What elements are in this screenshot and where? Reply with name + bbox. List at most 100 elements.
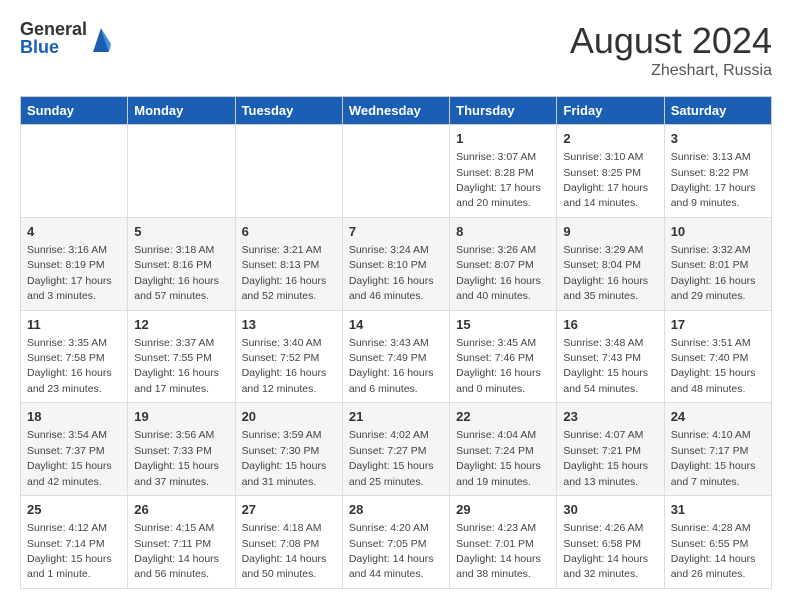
day-sunrise: Sunrise: 3:51 AM [671, 337, 751, 349]
daylight-hours: Daylight: 16 hours and 6 minutes. [349, 367, 434, 394]
day-sunrise: Sunrise: 4:02 AM [349, 429, 429, 441]
daylight-hours: Daylight: 15 hours and 48 minutes. [671, 367, 756, 394]
calendar-cell: 24Sunrise: 4:10 AMSunset: 7:17 PMDayligh… [664, 403, 771, 496]
day-sunset: Sunset: 7:11 PM [134, 538, 211, 550]
day-sunrise: Sunrise: 4:26 AM [563, 522, 643, 534]
daylight-hours: Daylight: 15 hours and 25 minutes. [349, 460, 434, 487]
daylight-hours: Daylight: 16 hours and 29 minutes. [671, 275, 756, 302]
day-sunset: Sunset: 8:19 PM [27, 259, 105, 271]
day-number: 26 [134, 501, 228, 519]
daylight-hours: Daylight: 16 hours and 23 minutes. [27, 367, 112, 394]
day-sunrise: Sunrise: 4:10 AM [671, 429, 751, 441]
month-year-title: August 2024 [570, 20, 772, 62]
day-sunset: Sunset: 7:58 PM [27, 352, 105, 364]
day-number: 18 [27, 408, 121, 426]
calendar-cell: 13Sunrise: 3:40 AMSunset: 7:52 PMDayligh… [235, 310, 342, 403]
location-subtitle: Zheshart, Russia [570, 62, 772, 80]
day-number: 7 [349, 223, 443, 241]
day-sunrise: Sunrise: 4:28 AM [671, 522, 751, 534]
day-sunrise: Sunrise: 3:21 AM [242, 244, 322, 256]
day-sunset: Sunset: 7:46 PM [456, 352, 534, 364]
calendar-cell: 10Sunrise: 3:32 AMSunset: 8:01 PMDayligh… [664, 217, 771, 310]
daylight-hours: Daylight: 15 hours and 37 minutes. [134, 460, 219, 487]
day-number: 25 [27, 501, 121, 519]
calendar-cell: 8Sunrise: 3:26 AMSunset: 8:07 PMDaylight… [450, 217, 557, 310]
calendar-cell: 19Sunrise: 3:56 AMSunset: 7:33 PMDayligh… [128, 403, 235, 496]
day-sunset: Sunset: 7:52 PM [242, 352, 320, 364]
day-sunset: Sunset: 6:58 PM [563, 538, 641, 550]
day-sunset: Sunset: 8:13 PM [242, 259, 320, 271]
daylight-hours: Daylight: 17 hours and 20 minutes. [456, 182, 541, 209]
day-number: 1 [456, 130, 550, 148]
daylight-hours: Daylight: 15 hours and 54 minutes. [563, 367, 648, 394]
daylight-hours: Daylight: 14 hours and 26 minutes. [671, 553, 756, 580]
calendar-week-row: 1 Sunrise: 3:07 AM Sunset: 8:28 PM Daylight… [21, 125, 772, 218]
day-sunset: Sunset: 8:22 PM [671, 167, 749, 179]
calendar-week-row: 11Sunrise: 3:35 AMSunset: 7:58 PMDayligh… [21, 310, 772, 403]
calendar-cell [21, 125, 128, 218]
day-sunset: Sunset: 8:04 PM [563, 259, 641, 271]
calendar-week-row: 4Sunrise: 3:16 AMSunset: 8:19 PMDaylight… [21, 217, 772, 310]
daylight-hours: Daylight: 14 hours and 32 minutes. [563, 553, 648, 580]
day-sunset: Sunset: 7:21 PM [563, 445, 641, 457]
day-sunrise: Sunrise: 3:48 AM [563, 337, 643, 349]
day-sunrise: Sunrise: 3:32 AM [671, 244, 751, 256]
calendar-cell: 31Sunrise: 4:28 AMSunset: 6:55 PMDayligh… [664, 496, 771, 589]
day-number: 17 [671, 316, 765, 334]
weekday-header-tuesday: Tuesday [235, 97, 342, 125]
day-number: 22 [456, 408, 550, 426]
day-number: 30 [563, 501, 657, 519]
weekday-header-sunday: Sunday [21, 97, 128, 125]
day-sunset: Sunset: 7:43 PM [563, 352, 641, 364]
daylight-hours: Daylight: 16 hours and 40 minutes. [456, 275, 541, 302]
day-sunrise: Sunrise: 3:18 AM [134, 244, 214, 256]
day-sunset: Sunset: 8:28 PM [456, 167, 534, 179]
day-number: 9 [563, 223, 657, 241]
day-number: 15 [456, 316, 550, 334]
day-sunrise: Sunrise: 3:07 AM [456, 151, 536, 163]
calendar-cell: 4Sunrise: 3:16 AMSunset: 8:19 PMDaylight… [21, 217, 128, 310]
day-sunset: Sunset: 8:10 PM [349, 259, 427, 271]
calendar-cell: 6Sunrise: 3:21 AMSunset: 8:13 PMDaylight… [235, 217, 342, 310]
calendar-header-row: SundayMondayTuesdayWednesdayThursdayFrid… [21, 97, 772, 125]
calendar-table: SundayMondayTuesdayWednesdayThursdayFrid… [20, 96, 772, 589]
daylight-hours: Daylight: 14 hours and 56 minutes. [134, 553, 219, 580]
day-number: 2 [563, 130, 657, 148]
day-sunrise: Sunrise: 3:29 AM [563, 244, 643, 256]
day-sunset: Sunset: 7:55 PM [134, 352, 212, 364]
day-sunrise: Sunrise: 3:59 AM [242, 429, 322, 441]
logo-general-text: General [20, 20, 87, 38]
daylight-hours: Daylight: 14 hours and 44 minutes. [349, 553, 434, 580]
day-sunset: Sunset: 7:08 PM [242, 538, 320, 550]
day-sunset: Sunset: 8:01 PM [671, 259, 749, 271]
logo-icon [91, 24, 111, 52]
day-sunrise: Sunrise: 3:16 AM [27, 244, 107, 256]
daylight-hours: Daylight: 16 hours and 17 minutes. [134, 367, 219, 394]
day-sunset: Sunset: 7:49 PM [349, 352, 427, 364]
daylight-hours: Daylight: 14 hours and 50 minutes. [242, 553, 327, 580]
weekday-header-thursday: Thursday [450, 97, 557, 125]
day-sunset: Sunset: 7:27 PM [349, 445, 427, 457]
day-sunset: Sunset: 7:14 PM [27, 538, 105, 550]
day-number: 12 [134, 316, 228, 334]
calendar-week-row: 25Sunrise: 4:12 AMSunset: 7:14 PMDayligh… [21, 496, 772, 589]
day-sunrise: Sunrise: 4:04 AM [456, 429, 536, 441]
calendar-cell [342, 125, 449, 218]
calendar-cell: 28Sunrise: 4:20 AMSunset: 7:05 PMDayligh… [342, 496, 449, 589]
day-sunset: Sunset: 7:01 PM [456, 538, 534, 550]
daylight-hours: Daylight: 17 hours and 14 minutes. [563, 182, 648, 209]
calendar-cell: 30 Sunrise: 4:26 AM Sunset: 6:58 PM Dayligh… [557, 496, 664, 589]
daylight-hours: Daylight: 16 hours and 57 minutes. [134, 275, 219, 302]
daylight-hours: Daylight: 16 hours and 0 minutes. [456, 367, 541, 394]
daylight-hours: Daylight: 15 hours and 1 minute. [27, 553, 112, 580]
day-sunset: Sunset: 8:25 PM [563, 167, 641, 179]
day-sunrise: Sunrise: 3:37 AM [134, 337, 214, 349]
day-sunset: Sunset: 7:30 PM [242, 445, 320, 457]
daylight-hours: Daylight: 16 hours and 52 minutes. [242, 275, 327, 302]
calendar-cell: 7Sunrise: 3:24 AMSunset: 8:10 PMDaylight… [342, 217, 449, 310]
day-sunrise: Sunrise: 3:10 AM [563, 151, 643, 163]
day-sunrise: Sunrise: 3:43 AM [349, 337, 429, 349]
title-block: August 2024 Zheshart, Russia [570, 20, 772, 80]
daylight-hours: Daylight: 17 hours and 3 minutes. [27, 275, 112, 302]
day-sunrise: Sunrise: 3:26 AM [456, 244, 536, 256]
